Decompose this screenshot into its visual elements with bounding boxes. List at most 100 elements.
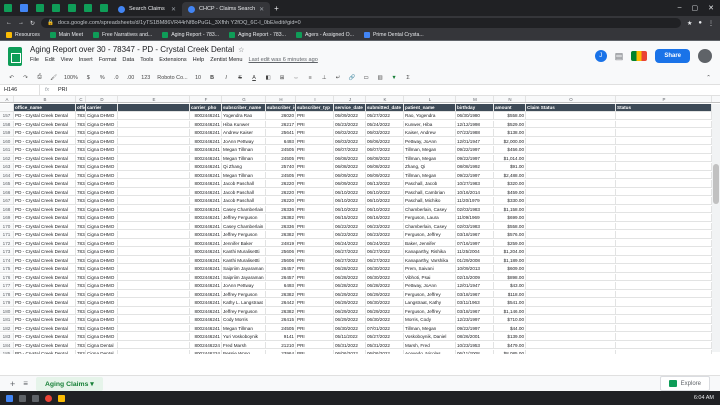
table-cell[interactable] — [616, 214, 712, 221]
column-header[interactable]: D — [86, 96, 118, 102]
row-number[interactable]: 166 — [0, 188, 14, 195]
table-cell[interactable]: PRI — [296, 273, 334, 280]
table-cell[interactable]: 06/08/2022 — [334, 163, 366, 170]
table-cell[interactable] — [118, 222, 190, 229]
table-cell[interactable]: 06/06/2022 — [366, 137, 404, 144]
table-cell[interactable]: Casey Chamberlain — [222, 222, 266, 229]
sheets-tab-icon[interactable] — [68, 4, 76, 12]
header-cell[interactable]: office_i — [76, 104, 86, 111]
row-number[interactable]: 161 — [0, 146, 14, 153]
table-cell[interactable]: 26442 — [266, 299, 296, 306]
formula-input[interactable]: PRI — [54, 87, 67, 93]
column-header[interactable]: P — [616, 96, 712, 102]
table-cell[interactable]: 02/03/1983 — [456, 205, 494, 212]
table-cell[interactable] — [118, 137, 190, 144]
row-number[interactable]: 157 — [0, 112, 14, 119]
table-cell[interactable] — [526, 180, 616, 187]
table-cell[interactable] — [526, 171, 616, 178]
table-cell[interactable] — [526, 299, 616, 306]
close-window-icon[interactable]: ✕ — [708, 4, 714, 12]
sheets-tab-icon[interactable] — [36, 4, 44, 12]
table-cell[interactable]: Cigna DHMO — [86, 214, 118, 221]
table-cell[interactable]: $898.00 — [494, 273, 526, 280]
table-cell[interactable]: 26382 — [266, 214, 296, 221]
table-cell[interactable]: 08/08/1992 — [456, 163, 494, 170]
table-row[interactable]: 174PD - Crystal Creek Dental78347Cigna D… — [0, 256, 720, 264]
table-cell[interactable]: 78347 — [76, 112, 86, 119]
table-cell[interactable] — [616, 299, 712, 306]
sheet-tab-aging-claims[interactable]: Aging Claims ▾ — [35, 376, 103, 391]
table-cell[interactable]: 03/11/1963 — [456, 299, 494, 306]
table-cell[interactable]: PD - Crystal Creek Dental — [14, 273, 76, 280]
table-cell[interactable]: 78347 — [76, 290, 86, 297]
table-cell[interactable]: Cigna DHMO — [86, 180, 118, 187]
table-cell[interactable] — [526, 324, 616, 331]
row-number[interactable]: 182 — [0, 324, 14, 331]
table-cell[interactable]: 26457 — [266, 265, 296, 272]
header-cell[interactable]: subscriber_typ — [296, 104, 334, 111]
table-cell[interactable]: 06/22/2022 — [334, 222, 366, 229]
header-cell[interactable]: Claim Status — [526, 104, 616, 111]
bookmark-item[interactable]: Main Meet — [49, 32, 83, 38]
sheets-tab-icon[interactable] — [52, 4, 60, 12]
row-number[interactable]: 184 — [0, 341, 14, 348]
table-cell[interactable]: 6493 — [266, 282, 296, 289]
table-cell[interactable]: 06/10/2022 — [334, 188, 366, 195]
table-cell[interactable]: Kanaparthy, Rishika — [404, 248, 456, 255]
table-cell[interactable]: 10/23/1953 — [456, 341, 494, 348]
table-cell[interactable]: $44.00 — [494, 324, 526, 331]
table-cell[interactable]: 8002446241 — [190, 197, 222, 204]
table-cell[interactable]: 05/31/2022 — [334, 341, 366, 348]
table-row[interactable]: 170PD - Crystal Creek Dental78347Cigna D… — [0, 222, 720, 230]
table-cell[interactable]: PD - Crystal Creek Dental — [14, 129, 76, 136]
table-cell[interactable]: 07/01/2022 — [366, 324, 404, 331]
column-header[interactable]: N — [494, 96, 526, 102]
table-cell[interactable]: PD - Crystal Creek Dental — [14, 290, 76, 297]
table-cell[interactable]: PRI — [296, 265, 334, 272]
table-row[interactable]: 185PD - Crystal Creek Dental78347Cigna D… — [0, 350, 720, 354]
start-icon[interactable] — [6, 394, 13, 402]
table-cell[interactable]: Zhang, Qi — [404, 163, 456, 170]
table-cell[interactable]: 8002446241 — [190, 307, 222, 314]
column-header[interactable]: J — [334, 96, 366, 102]
table-cell[interactable]: Tillman, Megan — [404, 171, 456, 178]
table-cell[interactable]: Megan Tillman — [222, 154, 266, 161]
table-cell[interactable]: Cigna DHMO — [86, 231, 118, 238]
row-number[interactable]: 162 — [0, 154, 14, 161]
table-cell[interactable]: 06/13/2022 — [366, 180, 404, 187]
table-cell[interactable]: 8002446241 — [190, 231, 222, 238]
table-cell[interactable]: 05/27/2022 — [366, 112, 404, 119]
table-cell[interactable]: 26382 — [266, 307, 296, 314]
table-cell[interactable] — [526, 316, 616, 323]
functions-icon[interactable]: Σ — [405, 75, 412, 81]
table-cell[interactable] — [118, 273, 190, 280]
table-cell[interactable]: PD - Crystal Creek Dental — [14, 239, 76, 246]
table-cell[interactable] — [526, 341, 616, 348]
table-cell[interactable]: 8002446224 — [190, 341, 222, 348]
table-cell[interactable] — [616, 154, 712, 161]
table-cell[interactable]: 78347 — [76, 180, 86, 187]
table-cell[interactable]: Morris, Cody — [404, 316, 456, 323]
table-cell[interactable]: Fred Marsh — [222, 341, 266, 348]
table-cell[interactable]: 05/23/2022 — [334, 120, 366, 127]
table-cell[interactable]: Yuri Voskoboynik — [222, 333, 266, 340]
table-cell[interactable]: Cigna DHMO — [86, 171, 118, 178]
table-cell[interactable]: PD - Crystal Creek Dental — [14, 316, 76, 323]
header-cell[interactable] — [118, 104, 190, 111]
table-cell[interactable]: 06/06/2022 — [366, 350, 404, 354]
table-cell[interactable]: 06/27/2022 — [334, 248, 366, 255]
table-cell[interactable]: 23964 — [266, 350, 296, 354]
table-cell[interactable]: 06/29/2022 — [334, 316, 366, 323]
row-number[interactable] — [0, 104, 14, 111]
filter-icon[interactable]: ▼ — [391, 75, 398, 81]
table-cell[interactable]: $8,085.00 — [494, 350, 526, 354]
menu-extensions[interactable]: Extensions — [159, 57, 186, 63]
table-cell[interactable]: 78347 — [76, 205, 86, 212]
link-icon[interactable]: 🔗 — [349, 75, 356, 81]
table-cell[interactable]: PRI — [296, 163, 334, 170]
name-box[interactable]: H146 — [0, 85, 40, 95]
table-cell[interactable]: Cigna DHMO — [86, 324, 118, 331]
collapse-icon[interactable]: ⌃ — [705, 75, 712, 81]
table-cell[interactable]: Cigna DHMO — [86, 265, 118, 272]
table-cell[interactable]: 21210 — [266, 341, 296, 348]
